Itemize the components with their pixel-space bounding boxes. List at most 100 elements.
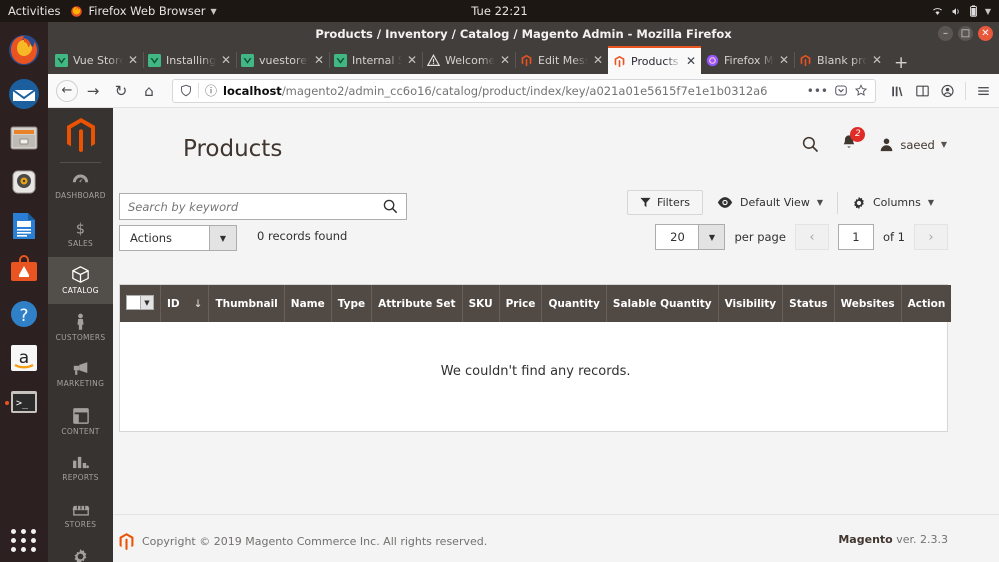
- notification-badge: 2: [850, 127, 866, 142]
- browser-tab[interactable]: Internal Serv ✕: [329, 46, 422, 74]
- per-page-select[interactable]: 20 ▼: [655, 224, 726, 250]
- chevron-down-icon[interactable]: ▼: [209, 226, 236, 250]
- notifications-button[interactable]: 2: [841, 127, 866, 155]
- search-icon[interactable]: [383, 199, 398, 214]
- shield-icon[interactable]: [180, 84, 192, 97]
- sidebar-item-content[interactable]: Content: [48, 398, 113, 445]
- column-visibility[interactable]: Visibility: [718, 285, 784, 322]
- search-icon[interactable]: [802, 136, 819, 153]
- show-applications-button[interactable]: [11, 529, 37, 552]
- dock-item-help[interactable]: ?: [4, 292, 44, 336]
- close-icon[interactable]: ✕: [686, 54, 696, 68]
- column-name[interactable]: Name: [284, 285, 332, 322]
- library-icon[interactable]: [890, 84, 905, 98]
- select-all-dropdown[interactable]: ▼: [126, 295, 154, 310]
- browser-tab[interactable]: Firefox Mon ✕: [701, 46, 794, 74]
- dock-item-firefox[interactable]: [4, 28, 44, 72]
- home-button[interactable]: ⌂: [136, 78, 162, 104]
- bookmark-star-icon[interactable]: [854, 84, 868, 97]
- info-icon[interactable]: ⓘ: [205, 82, 217, 99]
- column-attribute-set[interactable]: Attribute Set: [371, 285, 463, 322]
- column-thumbnail[interactable]: Thumbnail: [208, 285, 285, 322]
- maximize-button[interactable]: □: [958, 26, 973, 41]
- new-tab-button[interactable]: +: [887, 55, 915, 74]
- browser-tab-active[interactable]: Products / In ✕: [608, 46, 701, 74]
- minimize-button[interactable]: –: [938, 26, 953, 41]
- sidebar-item-dashboard[interactable]: Dashboard: [48, 163, 113, 210]
- close-icon[interactable]: ✕: [593, 53, 603, 67]
- page-actions-icon[interactable]: •••: [807, 84, 828, 98]
- dock-item-thunderbird[interactable]: [4, 72, 44, 116]
- search-input[interactable]: [128, 199, 383, 214]
- dock-item-ubuntu-software[interactable]: [4, 248, 44, 292]
- sidebar-item-reports[interactable]: Reports: [48, 445, 113, 492]
- filters-button[interactable]: Filters: [627, 190, 704, 215]
- close-icon[interactable]: ✕: [407, 53, 417, 67]
- rhythmbox-icon: [12, 170, 36, 194]
- column-price[interactable]: Price: [499, 285, 543, 322]
- sidebar-icon[interactable]: [915, 84, 930, 98]
- columns-button[interactable]: Columns ▼: [838, 196, 948, 210]
- sidebar-item-catalog[interactable]: Catalog: [48, 257, 113, 304]
- user-menu[interactable]: saeed ▼: [879, 137, 947, 152]
- activities-button[interactable]: Activities: [0, 4, 70, 18]
- browser-tab[interactable]: vuestorefro ✕: [236, 46, 329, 74]
- column-type[interactable]: Type: [331, 285, 373, 322]
- column-sku[interactable]: SKU: [462, 285, 500, 322]
- window-titlebar: Products / Inventory / Catalog / Magento…: [48, 22, 999, 46]
- column-quantity[interactable]: Quantity: [541, 285, 607, 322]
- dock-item-libreoffice-writer[interactable]: [4, 204, 44, 248]
- close-icon[interactable]: ✕: [872, 53, 882, 67]
- close-icon[interactable]: ✕: [221, 53, 231, 67]
- previous-page-button[interactable]: ‹: [794, 224, 829, 250]
- page-input[interactable]: 1: [837, 224, 874, 250]
- back-button[interactable]: ←: [56, 79, 78, 102]
- sidebar-item-stores[interactable]: Stores: [48, 492, 113, 539]
- forward-button[interactable]: →: [80, 78, 106, 104]
- dock-item-files[interactable]: [4, 116, 44, 160]
- warning-icon: [427, 53, 440, 66]
- system-tray[interactable]: ▼: [932, 5, 999, 17]
- actions-select[interactable]: Actions ▼: [119, 225, 237, 251]
- account-icon[interactable]: [940, 84, 955, 98]
- sidebar-item-marketing[interactable]: Marketing: [48, 351, 113, 398]
- search-box[interactable]: [119, 193, 407, 220]
- chevron-down-icon: ▼: [984, 6, 991, 16]
- browser-tab[interactable]: Edit Messag ✕: [515, 46, 608, 74]
- sidebar-item-sales[interactable]: $ Sales: [48, 210, 113, 257]
- close-button[interactable]: ✕: [978, 26, 993, 41]
- column-action[interactable]: Action: [901, 285, 952, 322]
- network-icon: [932, 7, 942, 15]
- sidebar-label: Marketing: [56, 379, 105, 388]
- menu-icon[interactable]: [976, 84, 991, 98]
- next-page-button[interactable]: ›: [914, 224, 948, 250]
- dock-item-terminal[interactable]: >_: [4, 380, 44, 424]
- close-icon[interactable]: ✕: [128, 53, 138, 67]
- chevron-down-icon[interactable]: ▼: [698, 225, 725, 249]
- browser-tab[interactable]: Welcome to ✕: [422, 46, 515, 74]
- dock-item-amazon[interactable]: a: [4, 336, 44, 380]
- column-id[interactable]: ID ↓: [160, 285, 210, 322]
- close-icon[interactable]: ✕: [314, 53, 324, 67]
- app-menu-button[interactable]: Firefox Web Browser ▼: [70, 4, 217, 18]
- browser-tab[interactable]: Installing on ✕: [143, 46, 236, 74]
- close-icon[interactable]: ✕: [500, 53, 510, 67]
- column-salable-quantity[interactable]: Salable Quantity: [606, 285, 719, 322]
- column-websites[interactable]: Websites: [834, 285, 902, 322]
- view-bookmarks-button[interactable]: Default View ▼: [703, 196, 837, 209]
- column-status[interactable]: Status: [782, 285, 835, 322]
- column-select[interactable]: ▼: [120, 285, 161, 322]
- empty-message: We couldn't find any records.: [440, 364, 631, 379]
- sidebar-item-system[interactable]: System: [48, 539, 113, 562]
- pocket-icon[interactable]: [834, 84, 848, 97]
- tab-label: Edit Messag: [538, 53, 588, 67]
- reload-button[interactable]: ↻: [108, 78, 134, 104]
- browser-tab[interactable]: Blank produ ✕: [794, 46, 887, 74]
- url-bar[interactable]: ⓘ localhost/magento2/admin_cc6o16/catalo…: [172, 78, 876, 103]
- magento-logo[interactable]: [48, 108, 113, 156]
- dock-item-rhythmbox[interactable]: [4, 160, 44, 204]
- admin-footer: Copyright © 2019 Magento Commerce Inc. A…: [113, 514, 999, 562]
- browser-tab[interactable]: Vue Storefro ✕: [50, 46, 143, 74]
- close-icon[interactable]: ✕: [779, 53, 789, 67]
- sidebar-item-customers[interactable]: Customers: [48, 304, 113, 351]
